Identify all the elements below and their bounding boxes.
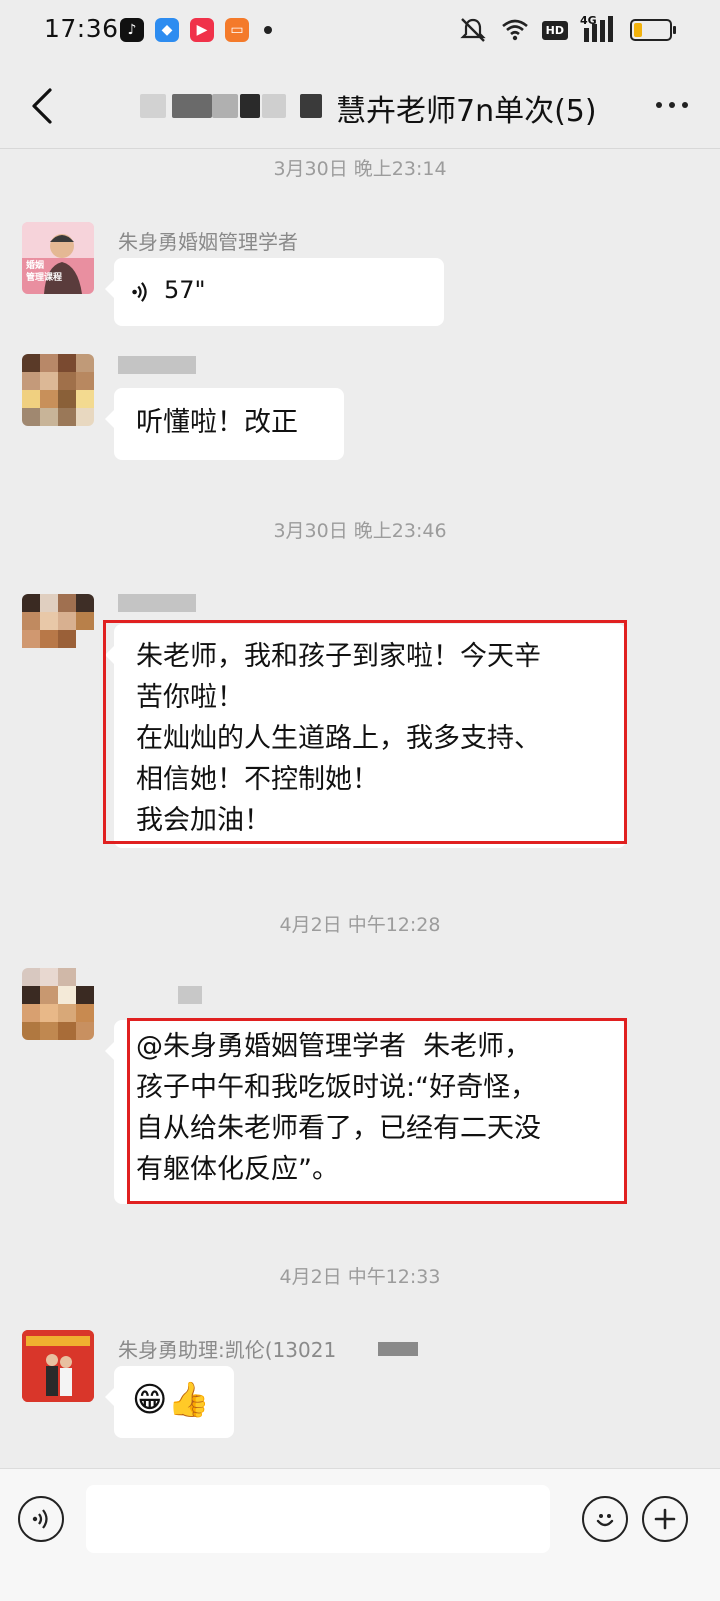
message-timestamp: 3月30日 晚上23:14 [273, 158, 447, 180]
tiktok-icon: ♪ [120, 18, 144, 42]
signal-indicator: 4G [580, 14, 614, 44]
mute-icon [460, 18, 486, 42]
sender-name: 朱身勇婚姻管理学者 [118, 230, 298, 254]
voice-play-icon [132, 282, 147, 302]
redacted-title-part [262, 94, 286, 118]
avatar[interactable] [22, 354, 94, 426]
redacted-title-part [212, 94, 238, 118]
notification-app-icons: ♪ ◆ ▶ ▭ [120, 18, 272, 42]
message-timestamp: 4月2日 中午12:33 [279, 1266, 441, 1288]
chat-title[interactable]: 慧卉老师7n单次(5) [336, 86, 597, 130]
highlight-annotation-box [127, 1018, 627, 1204]
emoji-message: 😁👍 [132, 1380, 210, 1420]
pixelated-avatar-image [22, 968, 94, 1040]
status-indicators: HD 4G [458, 14, 676, 44]
pixelated-avatar-image [22, 354, 94, 426]
redacted-sender-name [178, 986, 202, 1004]
avatar[interactable] [22, 968, 94, 1040]
redacted-title-part [240, 94, 260, 118]
voice-duration: 57" [164, 276, 206, 304]
avatar[interactable]: 婚姻 管理课程 [22, 222, 94, 294]
more-dot [656, 102, 662, 108]
status-time: 17:36 [44, 14, 119, 43]
signal-icon [584, 16, 613, 42]
assistant-photo [22, 1330, 94, 1402]
redacted-sender-name [118, 356, 196, 374]
chat-title-bar: 慧卉老师7n单次(5) [0, 64, 720, 148]
avatar-badge-line-2: 管理课程 [26, 273, 63, 283]
more-dot [669, 102, 675, 108]
message-bubble[interactable]: 😁👍 [105, 1366, 234, 1438]
message-timestamp: 3月30日 晚上23:46 [273, 520, 447, 542]
avatar[interactable] [22, 594, 94, 666]
pixelated-avatar-image [22, 594, 94, 666]
blue-app-icon: ◆ [155, 18, 179, 42]
reader-app-icon: ▭ [225, 18, 249, 42]
more-options-button[interactable] [652, 90, 692, 120]
redacted-title-part [140, 94, 166, 118]
highlight-annotation-box [103, 620, 627, 844]
message-bubble[interactable]: 听懂啦！改正 [105, 388, 344, 460]
more-notifications-dot [264, 26, 272, 34]
battery-level [634, 23, 642, 37]
plus-icon [654, 1508, 676, 1530]
title-divider [0, 148, 720, 149]
voice-icon [32, 1509, 48, 1529]
redacted-title-part [300, 94, 322, 118]
more-dot [682, 102, 688, 108]
video-app-icon: ▶ [190, 18, 214, 42]
message-text: 听懂啦！改正 [136, 407, 298, 438]
hd-badge: HD [541, 20, 568, 40]
voice-input-button[interactable] [18, 1496, 64, 1542]
status-bar: 17:36 ♪ ◆ ▶ ▭ HD 4G [0, 0, 720, 64]
message-input[interactable] [86, 1485, 550, 1553]
smiley-icon [596, 1514, 614, 1527]
message-input-bar [0, 1468, 720, 1601]
wifi-icon [501, 19, 528, 41]
message-timestamp: 4月2日 中午12:28 [279, 914, 441, 936]
avatar[interactable] [22, 1330, 94, 1402]
back-button[interactable] [24, 84, 64, 128]
voice-message-bubble[interactable]: 57" [105, 258, 444, 326]
redacted-phone-number [378, 1342, 418, 1356]
redacted-sender-name [118, 594, 196, 612]
emoji-button[interactable] [582, 1496, 628, 1542]
more-functions-button[interactable] [642, 1496, 688, 1542]
sender-name: 朱身勇助理:凯伦(13021 [118, 1338, 337, 1362]
battery-icon [630, 19, 676, 41]
redacted-title-part [172, 94, 212, 118]
